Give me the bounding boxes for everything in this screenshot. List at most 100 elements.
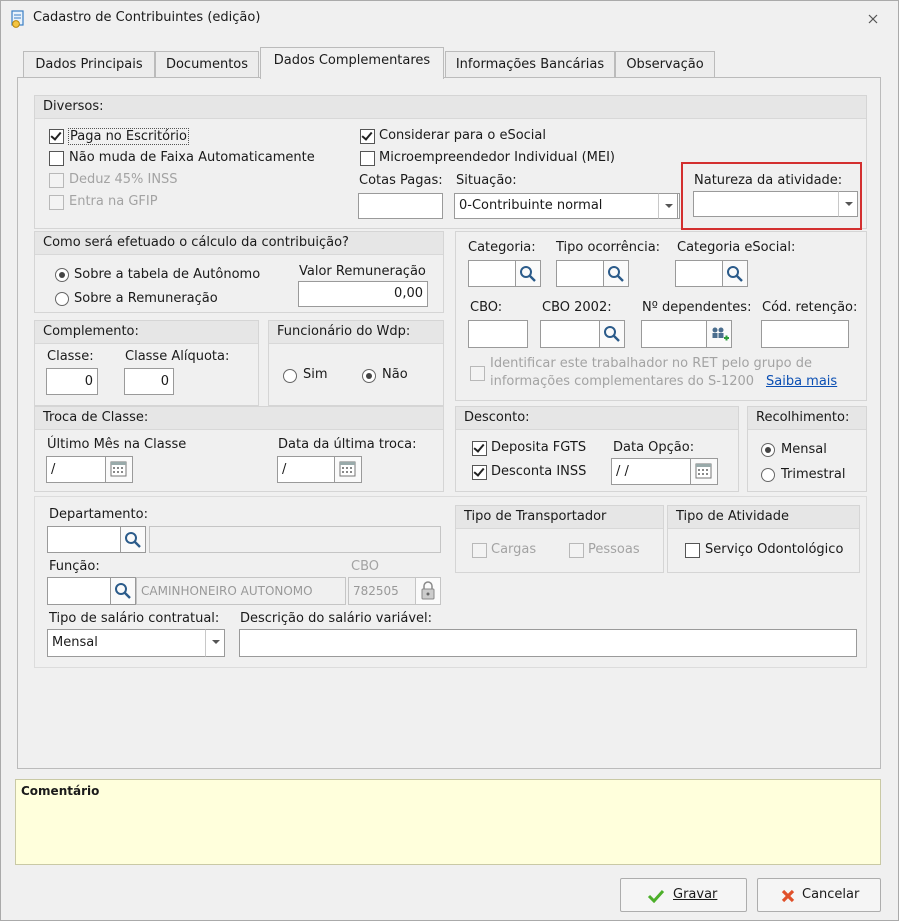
nao-muda-faixa-checkbox[interactable] bbox=[49, 151, 64, 166]
search-icon[interactable] bbox=[110, 577, 136, 605]
dialog-window: Cadastro de Contribuintes (edição) Dados… bbox=[0, 0, 899, 921]
ret-checkbox bbox=[470, 366, 485, 381]
cbo-input[interactable] bbox=[468, 320, 528, 348]
group-title: Desconto: bbox=[464, 410, 530, 425]
group-title: Funcionário do Wdp: bbox=[277, 324, 411, 339]
valor-remuneracao-input[interactable]: 0,00 bbox=[298, 281, 428, 307]
odontologico-checkbox[interactable] bbox=[685, 543, 700, 558]
desconta-inss-checkbox[interactable] bbox=[472, 465, 487, 480]
deduz-inss-label: Deduz 45% INSS bbox=[69, 172, 178, 187]
group-troca-classe: Troca de Classe: Último Mês na Classe / … bbox=[34, 406, 444, 492]
highlight-box bbox=[681, 162, 862, 230]
tipo-salario-label: Tipo de salário contratual: bbox=[49, 611, 220, 626]
group-categoria: Categoria: Tipo ocorrência: Categoria eS… bbox=[455, 231, 867, 401]
search-icon[interactable] bbox=[120, 526, 146, 553]
descricao-salario-label: Descrição do salário variável: bbox=[240, 611, 433, 626]
group-desconto: Desconto: Deposita FGTS Desconta INSS Da… bbox=[455, 406, 739, 492]
deduz-inss-checkbox bbox=[49, 173, 64, 188]
radio-remuneracao[interactable] bbox=[55, 292, 69, 306]
gravar-button[interactable]: Gravar bbox=[620, 878, 747, 912]
tipo-ocorrencia-label: Tipo ocorrência: bbox=[556, 240, 661, 255]
categoria-label: Categoria: bbox=[468, 240, 536, 255]
radio-nao-label[interactable]: Não bbox=[382, 367, 408, 382]
paga-escritorio-label[interactable]: Paga no Escritório bbox=[68, 128, 189, 145]
cargas-checkbox bbox=[472, 543, 487, 558]
ret-text-line2: informações complementares do S-1200 bbox=[490, 374, 755, 389]
deposita-fgts-checkbox[interactable] bbox=[472, 441, 487, 456]
group-title: Como será efetuado o cálculo da contribu… bbox=[43, 235, 349, 250]
lock-icon[interactable] bbox=[415, 577, 441, 605]
nao-muda-faixa-label[interactable]: Não muda de Faixa Automaticamente bbox=[69, 150, 315, 165]
radio-sim-label[interactable]: Sim bbox=[303, 367, 328, 382]
odontologico-label[interactable]: Serviço Odontológico bbox=[705, 542, 843, 557]
radio-trimestral[interactable] bbox=[761, 468, 775, 482]
radio-sim[interactable] bbox=[283, 369, 297, 383]
dependents-icon[interactable] bbox=[706, 320, 732, 348]
data-troca-label: Data da última troca: bbox=[278, 437, 417, 452]
group-title: Complemento: bbox=[43, 324, 139, 339]
radio-nao[interactable] bbox=[362, 369, 376, 383]
search-icon[interactable] bbox=[603, 260, 629, 287]
situacao-select[interactable]: 0-Contribuinte normal bbox=[454, 193, 680, 219]
chevron-down-icon[interactable] bbox=[205, 629, 225, 657]
radio-tabela-label[interactable]: Sobre a tabela de Autônomo bbox=[74, 267, 260, 282]
tab-dados-complementares[interactable]: Dados Complementares bbox=[260, 47, 444, 79]
saiba-mais-link[interactable]: Saiba mais bbox=[766, 374, 837, 389]
chevron-down-icon[interactable] bbox=[658, 193, 678, 219]
funcao-label: Função: bbox=[49, 559, 100, 574]
group-tipo-atividade: Tipo de Atividade Serviço Odontológico bbox=[667, 505, 860, 573]
pessoas-label: Pessoas bbox=[588, 542, 640, 557]
considerar-esocial-checkbox[interactable] bbox=[360, 129, 375, 144]
tipo-ocorrencia-input[interactable] bbox=[556, 260, 604, 287]
cbo2002-label: CBO 2002: bbox=[542, 300, 612, 315]
search-icon[interactable] bbox=[722, 260, 748, 287]
cod-retencao-input[interactable] bbox=[761, 320, 849, 348]
descricao-salario-input[interactable] bbox=[239, 629, 857, 657]
radio-tabela-autonomo[interactable] bbox=[55, 268, 69, 282]
search-icon[interactable] bbox=[515, 260, 541, 287]
radio-mensal[interactable] bbox=[761, 443, 775, 457]
situacao-label: Situação: bbox=[456, 173, 517, 188]
ultimo-mes-label: Último Mês na Classe bbox=[47, 437, 187, 452]
comentario-box[interactable]: Comentário bbox=[15, 779, 881, 865]
considerar-esocial-label[interactable]: Considerar para o eSocial bbox=[379, 128, 546, 143]
tab-informacoes-bancarias[interactable]: Informações Bancárias bbox=[445, 51, 615, 78]
classe-label: Classe: bbox=[47, 349, 94, 364]
classe-input[interactable]: 0 bbox=[46, 368, 98, 395]
categoria-esocial-input[interactable] bbox=[675, 260, 723, 287]
tab-panel: Diversos: Paga no Escritório Não muda de… bbox=[17, 77, 881, 769]
radio-trimestral-label[interactable]: Trimestral bbox=[781, 467, 845, 482]
ret-text-line1: Identificar este trabalhador no RET pelo… bbox=[490, 356, 812, 371]
classe-aliquota-label: Classe Alíquota: bbox=[125, 349, 230, 364]
close-icon[interactable] bbox=[867, 13, 879, 25]
tipo-salario-select[interactable]: Mensal bbox=[47, 629, 225, 657]
funcao-input[interactable] bbox=[47, 577, 111, 605]
cbo2002-input[interactable] bbox=[540, 320, 600, 348]
radio-remuneracao-label[interactable]: Sobre a Remuneração bbox=[74, 291, 218, 306]
app-icon bbox=[11, 10, 24, 28]
calendar-icon[interactable] bbox=[334, 456, 362, 483]
mei-label[interactable]: Microempreendedor Individual (MEI) bbox=[379, 150, 615, 165]
calendar-icon[interactable] bbox=[105, 456, 133, 483]
desconta-inss-label[interactable]: Desconta INSS bbox=[491, 464, 586, 479]
tab-dados-principais[interactable]: Dados Principais bbox=[23, 51, 155, 78]
categoria-input[interactable] bbox=[468, 260, 516, 287]
mei-checkbox[interactable] bbox=[360, 151, 375, 166]
search-icon[interactable] bbox=[599, 320, 625, 348]
cotas-pagas-input[interactable] bbox=[358, 193, 443, 219]
window-title: Cadastro de Contribuintes (edição) bbox=[33, 10, 261, 25]
cancelar-button[interactable]: Cancelar bbox=[757, 878, 881, 912]
calendar-icon[interactable] bbox=[690, 458, 718, 485]
dependentes-input[interactable] bbox=[641, 320, 707, 348]
data-troca-input[interactable]: / bbox=[277, 456, 335, 483]
ultimo-mes-input[interactable]: / bbox=[46, 456, 106, 483]
tab-documentos[interactable]: Documentos bbox=[155, 51, 259, 78]
data-opcao-input[interactable]: / / bbox=[611, 458, 691, 485]
cancel-x-icon bbox=[781, 889, 795, 903]
paga-escritorio-checkbox[interactable] bbox=[49, 129, 64, 144]
radio-mensal-label[interactable]: Mensal bbox=[781, 442, 827, 457]
deposita-fgts-label[interactable]: Deposita FGTS bbox=[491, 440, 586, 455]
departamento-input[interactable] bbox=[47, 526, 121, 553]
classe-aliquota-input[interactable]: 0 bbox=[124, 368, 174, 395]
tab-observacao[interactable]: Observação bbox=[615, 51, 715, 78]
